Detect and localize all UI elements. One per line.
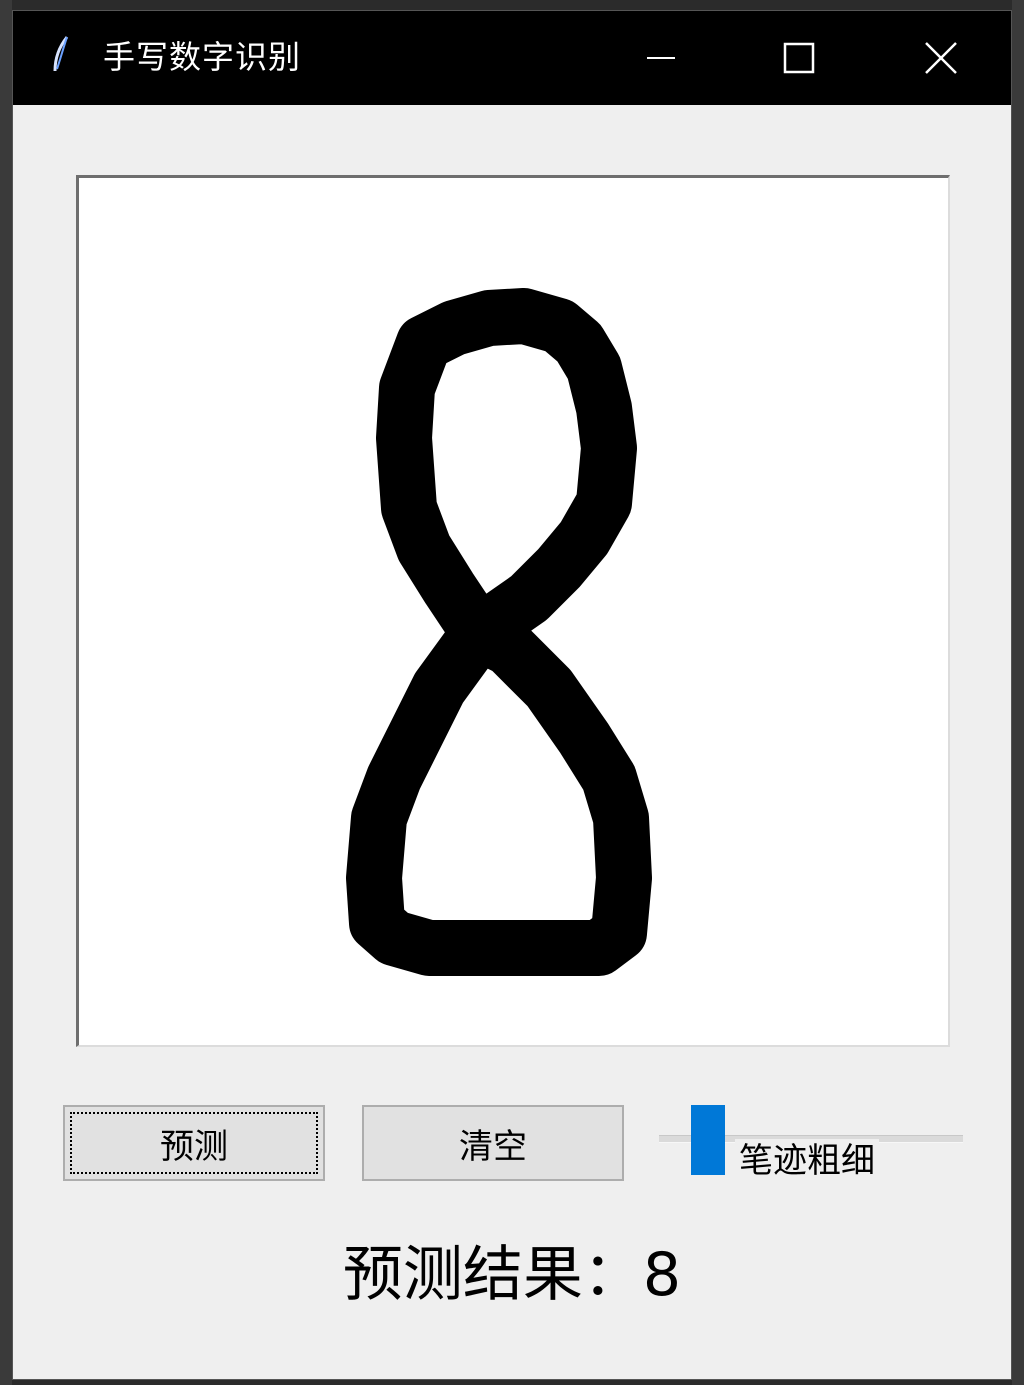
prediction-result: 预测结果：8 [13,1237,1011,1313]
drawing-canvas[interactable] [76,175,950,1047]
slider-thumb[interactable] [691,1105,725,1175]
minimize-button[interactable] [621,25,701,91]
app-window: 手写数字识别 预测 清空 笔迹粗细 预测结果：8 [12,10,1012,1380]
handwritten-stroke [346,288,652,976]
close-icon [925,42,957,74]
maximize-icon [783,42,815,74]
result-value: 8 [642,1240,682,1310]
slider-label: 笔迹粗细 [735,1139,879,1183]
window-title: 手写数字识别 [103,38,302,76]
maximize-button[interactable] [759,25,839,91]
minimize-icon [647,57,675,59]
desktop-background [0,0,12,1385]
stroke-width-slider[interactable]: 笔迹粗细 [659,1101,965,1191]
focus-ring [70,1112,318,1174]
desktop-background-right [1012,0,1024,1385]
clear-button-label: 清空 [459,1126,527,1167]
feather-icon [53,36,69,72]
predict-button[interactable]: 预测 [63,1105,325,1181]
result-label: 预测结果： [342,1240,643,1310]
close-button[interactable] [901,25,981,91]
clear-button[interactable]: 清空 [362,1105,624,1181]
title-bar[interactable]: 手写数字识别 [13,11,1011,105]
